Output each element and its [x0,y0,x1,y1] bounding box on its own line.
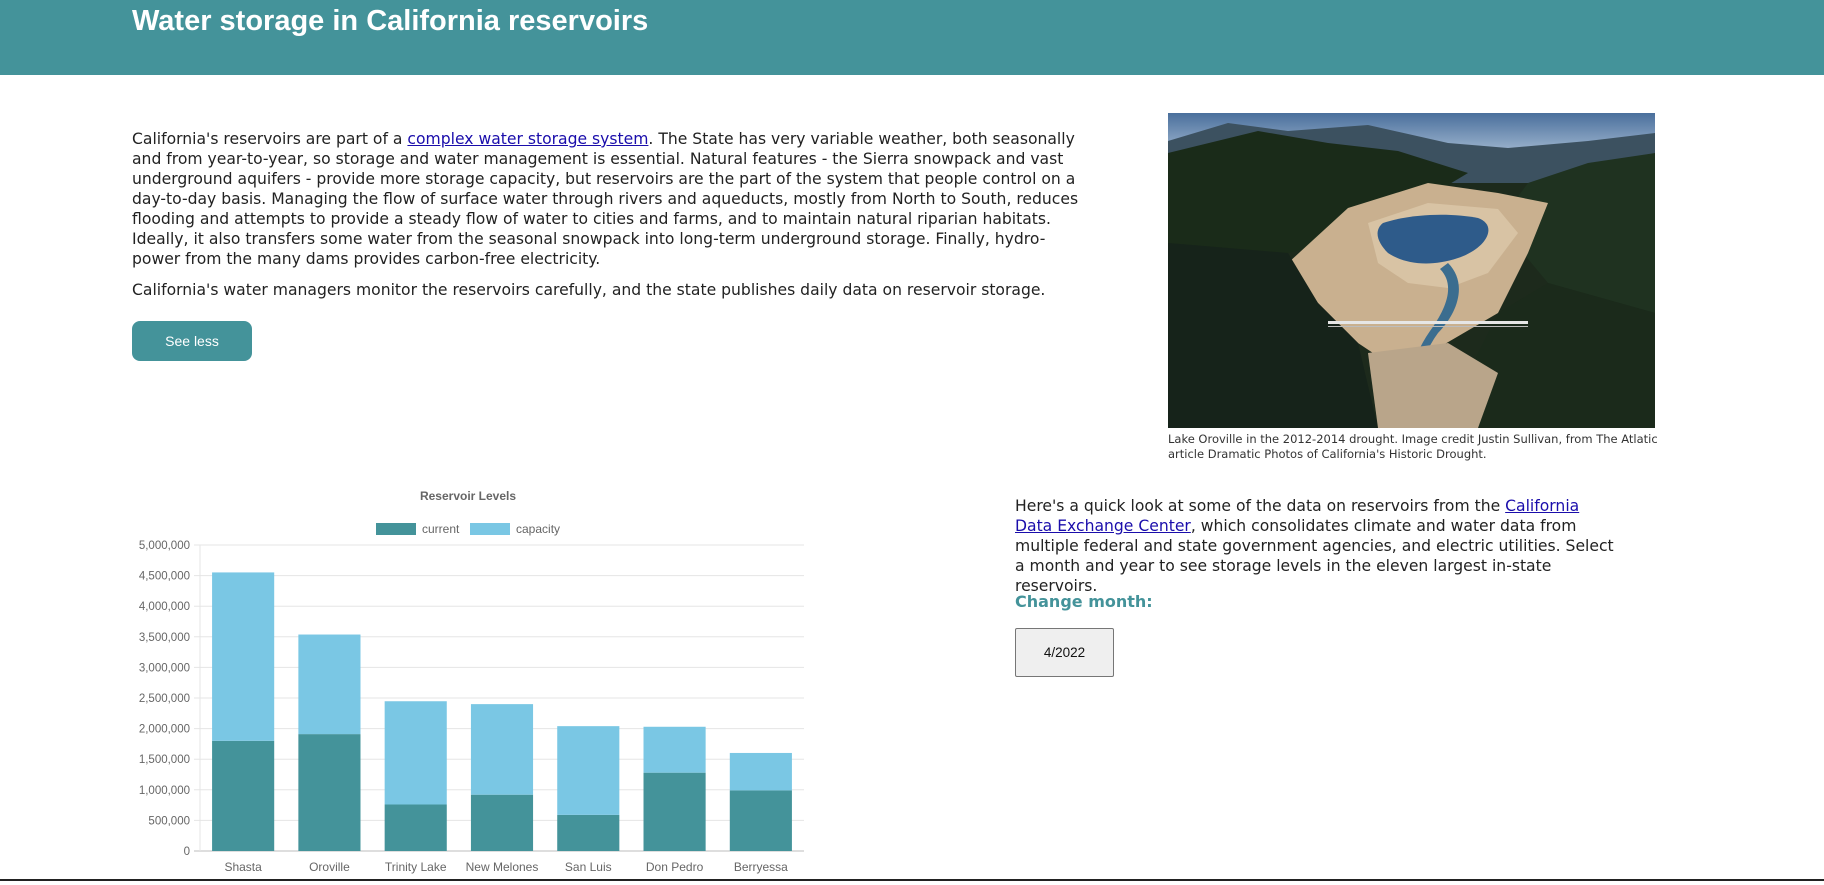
bar-current [212,740,275,851]
reservoir-chart: Reservoir Levels current capacity 0 500,00… [120,480,820,881]
bar-current [643,772,706,851]
bar-capacity [729,752,792,791]
x-tick-label: San Luis [565,860,612,874]
x-tick-label: Trinity Lake [385,860,447,874]
bar-capacity [643,726,706,773]
bar-capacity [384,701,447,805]
bar-capacity [470,704,534,795]
legend-swatch-capacity [470,523,510,535]
x-tick-label: Don Pedro [646,860,704,874]
photo-caption: Lake Oroville in the 2012-2014 drought. … [1168,432,1658,461]
y-tick-label: 500,000 [148,815,190,827]
bar-current [298,734,361,851]
y-tick-label: 4,000,000 [139,601,190,613]
intro-paragraph-1: California's reservoirs are part of a co… [132,129,1087,269]
chart-title: Reservoir Levels [420,489,516,503]
intro-text-part: California's reservoirs are part of a [132,130,408,148]
bar-capacity [212,572,275,741]
y-tick-label: 3,500,000 [139,632,190,644]
x-axis-ticks: Shasta Oroville Trinity Lake New Melones San… [224,860,788,874]
x-tick-label: Berryessa [734,860,788,874]
y-tick-label: 0 [184,846,190,858]
bar-current [470,794,534,851]
x-tick-label: Oroville [309,860,350,874]
y-tick-label: 1,000,000 [139,785,190,797]
legend-label-capacity: capacity [516,522,560,536]
bar-current [557,814,620,851]
quick-look-text: Here's a quick look at some of the data … [1015,496,1615,596]
month-selector[interactable]: 4/2022 [1015,628,1114,677]
x-tick-label: New Melones [466,860,539,874]
y-tick-label: 2,000,000 [139,724,190,736]
change-month-label: Change month: [1015,592,1153,611]
y-tick-label: 1,500,000 [139,754,190,766]
quick-look-text-part: Here's a quick look at some of the data … [1015,497,1506,515]
legend-label-current: current [422,522,460,536]
reservoir-chart-svg: Reservoir Levels current capacity 0 500,00… [139,489,804,874]
intro-text-part: . The State has very variable weather, b… [132,130,1079,268]
x-tick-label: Shasta [224,860,262,874]
lake-oroville-photo [1168,113,1655,428]
intro-paragraph-2: California's water managers monitor the … [132,281,1046,299]
legend-swatch-current [376,523,416,535]
bar-current [384,804,447,851]
bar-capacity [557,726,620,815]
y-tick-label: 4,500,000 [139,571,190,583]
bar-capacity [298,634,361,735]
intro-text: California's reservoirs are part of a co… [132,129,1087,311]
complex-water-storage-link[interactable]: complex water storage system [407,130,648,148]
bar-current [729,790,792,851]
y-tick-label: 2,500,000 [139,693,190,705]
chart-legend: current capacity [376,522,560,536]
y-axis-ticks: 0 500,000 1,000,000 1,500,000 2,000,000 2,500… [139,540,190,858]
chart-bars [212,572,792,851]
see-less-button[interactable]: See less [132,321,252,361]
page-header: Water storage in California reservoirs [0,0,1824,75]
y-tick-label: 5,000,000 [139,540,190,552]
page-title: Water storage in California reservoirs [132,5,649,37]
y-tick-label: 3,000,000 [139,662,190,674]
